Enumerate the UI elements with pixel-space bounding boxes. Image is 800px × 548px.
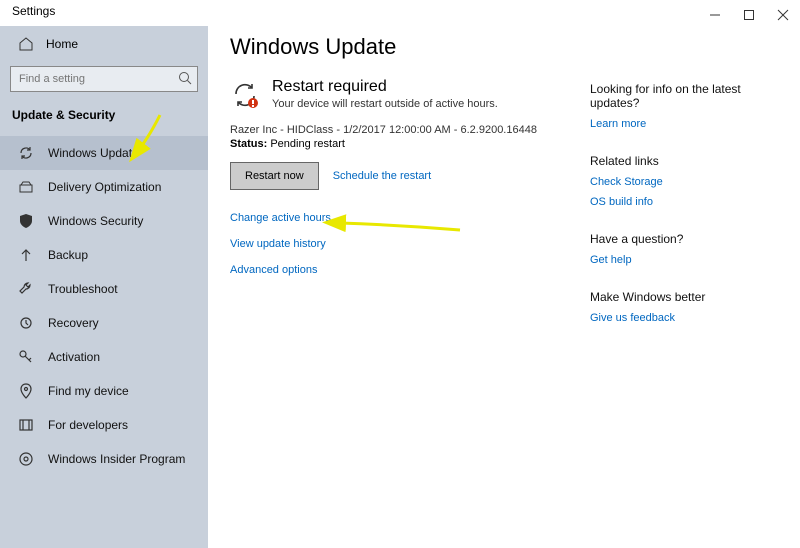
sidebar-item-troubleshoot[interactable]: Troubleshoot bbox=[0, 272, 208, 306]
sidebar-item-label: Recovery bbox=[48, 316, 99, 330]
sidebar-item-find-my-device[interactable]: Find my device bbox=[0, 374, 208, 408]
insider-icon bbox=[18, 451, 34, 467]
sidebar-item-delivery-optimization[interactable]: Delivery Optimization bbox=[0, 170, 208, 204]
restart-heading: Restart required bbox=[272, 78, 498, 96]
sidebar-item-recovery[interactable]: Recovery bbox=[0, 306, 208, 340]
location-icon bbox=[18, 383, 34, 399]
advanced-options-link[interactable]: Advanced options bbox=[230, 264, 590, 276]
main-panel: Windows Update Restart required bbox=[230, 34, 590, 548]
restart-subtext: Your device will restart outside of acti… bbox=[272, 98, 498, 110]
home-label: Home bbox=[46, 37, 78, 51]
shield-icon bbox=[18, 213, 34, 229]
sidebar-item-label: Windows Update bbox=[48, 146, 139, 160]
update-info-line: Razer Inc - HIDClass - 1/2/2017 12:00:00… bbox=[230, 124, 590, 136]
get-help-link[interactable]: Get help bbox=[590, 254, 742, 266]
aside-panel: Looking for info on the latest updates? … bbox=[590, 34, 760, 548]
status-line: Status: Pending restart bbox=[230, 138, 590, 150]
key-icon bbox=[18, 349, 34, 365]
sidebar-item-label: Activation bbox=[48, 350, 100, 364]
search-icon bbox=[178, 71, 192, 88]
wrench-icon bbox=[18, 281, 34, 297]
sync-icon bbox=[18, 145, 34, 161]
home-icon bbox=[18, 36, 34, 52]
window-controls bbox=[698, 4, 800, 26]
check-storage-link[interactable]: Check Storage bbox=[590, 176, 742, 188]
sidebar-item-label: Windows Security bbox=[48, 214, 143, 228]
aside-info-head: Looking for info on the latest updates? bbox=[590, 82, 742, 110]
sidebar-item-label: Find my device bbox=[48, 384, 129, 398]
search-container bbox=[10, 66, 198, 92]
developers-icon bbox=[18, 417, 34, 433]
category-header: Update & Security bbox=[0, 104, 208, 136]
aside-info-block: Looking for info on the latest updates? … bbox=[590, 82, 742, 130]
status-label: Status: bbox=[230, 138, 267, 150]
schedule-restart-link[interactable]: Schedule the restart bbox=[333, 170, 431, 182]
aside-related-head: Related links bbox=[590, 154, 742, 168]
home-nav[interactable]: Home bbox=[0, 30, 208, 62]
search-input[interactable] bbox=[10, 66, 198, 92]
page-title: Windows Update bbox=[230, 34, 590, 60]
backup-icon bbox=[18, 247, 34, 263]
sidebar-item-activation[interactable]: Activation bbox=[0, 340, 208, 374]
nav-list: Windows Update Delivery Optimization Win… bbox=[0, 136, 208, 476]
window-title: Settings bbox=[12, 4, 55, 18]
sidebar-item-backup[interactable]: Backup bbox=[0, 238, 208, 272]
update-status-block: Restart required Your device will restar… bbox=[230, 78, 590, 110]
sidebar-item-windows-update[interactable]: Windows Update bbox=[0, 136, 208, 170]
titlebar: Settings bbox=[0, 0, 800, 26]
update-status-icon bbox=[230, 80, 260, 110]
aside-better-head: Make Windows better bbox=[590, 290, 742, 304]
os-build-info-link[interactable]: OS build info bbox=[590, 196, 742, 208]
sidebar-item-label: Troubleshoot bbox=[48, 282, 118, 296]
maximize-button[interactable] bbox=[732, 4, 766, 26]
delivery-icon bbox=[18, 179, 34, 195]
sidebar-item-windows-security[interactable]: Windows Security bbox=[0, 204, 208, 238]
sidebar-item-windows-insider[interactable]: Windows Insider Program bbox=[0, 442, 208, 476]
feedback-link[interactable]: Give us feedback bbox=[590, 312, 742, 324]
recovery-icon bbox=[18, 315, 34, 331]
action-row: Restart now Schedule the restart bbox=[230, 162, 590, 190]
sidebar-item-label: For developers bbox=[48, 418, 128, 432]
aside-question-head: Have a question? bbox=[590, 232, 742, 246]
status-value: Pending restart bbox=[270, 138, 345, 150]
aside-question-block: Have a question? Get help bbox=[590, 232, 742, 266]
sidebar-item-for-developers[interactable]: For developers bbox=[0, 408, 208, 442]
close-button[interactable] bbox=[766, 4, 800, 26]
view-update-history-link[interactable]: View update history bbox=[230, 238, 590, 250]
minimize-button[interactable] bbox=[698, 4, 732, 26]
aside-feedback-block: Make Windows better Give us feedback bbox=[590, 290, 742, 324]
sidebar-item-label: Delivery Optimization bbox=[48, 180, 161, 194]
sidebar-item-label: Windows Insider Program bbox=[48, 452, 185, 466]
learn-more-link[interactable]: Learn more bbox=[590, 118, 742, 130]
restart-now-button[interactable]: Restart now bbox=[230, 162, 319, 190]
aside-related-block: Related links Check Storage OS build inf… bbox=[590, 154, 742, 208]
change-active-hours-link[interactable]: Change active hours bbox=[230, 212, 590, 224]
sidebar-item-label: Backup bbox=[48, 248, 88, 262]
sidebar: Home Update & Security Windows Update De… bbox=[0, 26, 208, 548]
content-area: Windows Update Restart required bbox=[208, 26, 800, 548]
